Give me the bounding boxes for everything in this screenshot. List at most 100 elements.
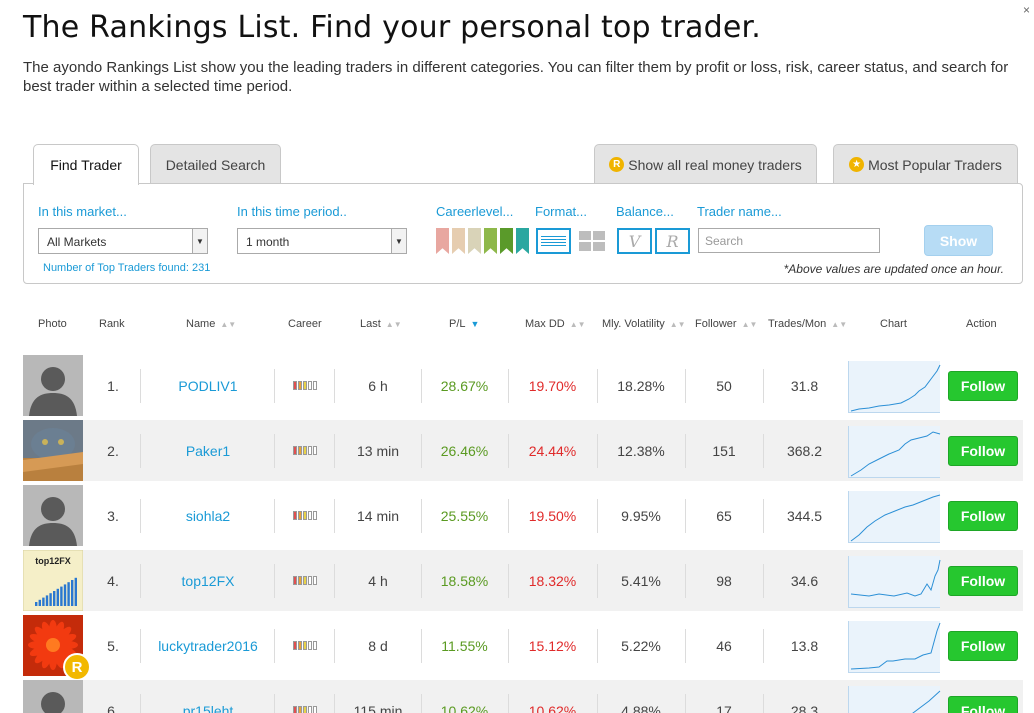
- last-trade-cell: 13 min: [356, 442, 400, 459]
- pl-cell: 18.58%: [440, 572, 489, 589]
- career-level-flag-2[interactable]: [452, 228, 465, 254]
- performance-chart[interactable]: [848, 621, 941, 673]
- trader-name-link[interactable]: siohla2: [186, 508, 230, 524]
- tab-detailed-search-label: Detailed Search: [165, 156, 266, 173]
- trader-name-link[interactable]: PODLIV1: [178, 378, 237, 394]
- trader-name-link[interactable]: top12FX: [182, 573, 235, 589]
- volatility-cell: 9.95%: [621, 507, 661, 524]
- col-pl[interactable]: P/L ▼: [449, 318, 479, 330]
- period-select[interactable]: 1 month ▼: [237, 228, 407, 254]
- pl-cell: 11.55%: [441, 637, 488, 654]
- sort-desc-icon: ▼: [470, 319, 480, 329]
- table-row[interactable]: 2. Paker1 13 min 26.46% 24.44% 12.38% 151 368.2…: [23, 420, 1023, 481]
- max-dd-cell: 24.44%: [528, 442, 577, 459]
- col-career: Career: [288, 318, 322, 330]
- rank-cell: 6.: [107, 702, 119, 713]
- follower-cell: 46: [716, 637, 732, 654]
- table-row[interactable]: R 5. luckytrader2016 8 d 11.55% 15.12% 5.22% 46…: [23, 615, 1023, 681]
- avatar[interactable]: top12FX: [23, 550, 83, 611]
- tab-detailed-search[interactable]: Detailed Search: [150, 144, 281, 184]
- format-label: Format...: [535, 204, 588, 219]
- trades-cell: 31.8: [790, 377, 819, 394]
- max-dd-cell: 15.12%: [528, 637, 577, 654]
- tab-real-money-label: Show all real money traders: [628, 156, 802, 173]
- career-level-flag-1[interactable]: [436, 228, 449, 254]
- tab-find-trader[interactable]: Find Trader: [33, 144, 139, 185]
- sort-icon: ▲▼: [220, 320, 237, 329]
- tab-most-popular[interactable]: ★ Most Popular Traders: [833, 144, 1018, 184]
- follow-button[interactable]: Follow: [948, 566, 1018, 596]
- trader-name-link[interactable]: Paker1: [186, 443, 230, 459]
- tab-find-trader-label: Find Trader: [50, 157, 122, 173]
- col-follower[interactable]: Follower ▲▼: [695, 318, 757, 330]
- avatar[interactable]: [23, 355, 83, 416]
- trader-name-link[interactable]: luckytrader2016: [158, 638, 258, 654]
- real-money-icon: R: [609, 157, 625, 172]
- last-trade-cell: 8 d: [368, 637, 388, 654]
- show-button[interactable]: Show: [924, 225, 993, 256]
- follow-button[interactable]: Follow: [948, 371, 1018, 401]
- list-format-button[interactable]: [536, 228, 571, 254]
- table-row[interactable]: 6. pr15leht 115 min 10.62% 10.62% 4.88% 17 28.3…: [23, 680, 1023, 713]
- trader-name-link[interactable]: pr15leht: [183, 703, 234, 713]
- table-row[interactable]: 1. PODLIV1 6 h 28.67% 19.70% 18.28% 50 31.8 Foll…: [23, 355, 1023, 416]
- col-last[interactable]: Last ▲▼: [360, 318, 402, 330]
- col-maxdd-label: Max DD: [525, 318, 565, 330]
- performance-chart[interactable]: [848, 556, 941, 608]
- career-indicator: [293, 641, 317, 650]
- last-trade-cell: 115 min: [353, 702, 403, 713]
- col-name[interactable]: Name ▲▼: [186, 318, 236, 330]
- col-trades[interactable]: Trades/Mon ▲▼: [768, 318, 847, 330]
- balance-label: Balance...: [616, 204, 674, 219]
- table-row[interactable]: 3. siohla2 14 min 25.55% 19.50% 9.95% 65 344.5 F…: [23, 485, 1023, 546]
- volatility-cell: 5.41%: [621, 572, 661, 589]
- virtual-balance-button[interactable]: V: [617, 228, 652, 254]
- career-level-flag-5[interactable]: [500, 228, 513, 254]
- col-maxdd[interactable]: Max DD ▲▼: [525, 318, 586, 330]
- close-icon[interactable]: ×: [1023, 3, 1030, 17]
- follower-cell: 50: [716, 377, 732, 394]
- career-level-flag-6[interactable]: [516, 228, 529, 254]
- avatar[interactable]: [23, 420, 83, 481]
- performance-chart[interactable]: [848, 491, 941, 543]
- career-indicator: [293, 446, 317, 455]
- market-select[interactable]: All Markets ▼: [38, 228, 208, 254]
- volatility-cell: 18.28%: [617, 377, 665, 394]
- trades-cell: 13.8: [790, 637, 819, 654]
- page-description: The ayondo Rankings List show you the le…: [23, 59, 1009, 95]
- career-level-flag-3[interactable]: [468, 228, 481, 254]
- follow-button[interactable]: Follow: [948, 631, 1018, 661]
- col-name-label: Name: [186, 318, 216, 330]
- avatar[interactable]: [23, 485, 83, 546]
- col-volatility[interactable]: Mly. Volatility ▲▼: [602, 318, 686, 330]
- tab-real-money-traders[interactable]: R Show all real money traders: [594, 144, 817, 184]
- grid-format-button[interactable]: [579, 231, 605, 251]
- performance-chart[interactable]: [848, 686, 941, 713]
- career-indicator: [293, 706, 317, 713]
- real-money-badge: R: [63, 653, 91, 681]
- col-last-label: Last: [360, 318, 381, 330]
- follow-button[interactable]: Follow: [948, 436, 1018, 466]
- table-header: Photo Rank Name ▲▼ Career Last ▲▼ P/L ▼ Max…: [0, 318, 1034, 334]
- career-indicator: [293, 576, 317, 585]
- career-indicator: [293, 511, 317, 520]
- table-row[interactable]: top12FX 4. top12FX 4 h 18.58% 18.32% 5.41% 98 34…: [23, 550, 1023, 611]
- trades-cell: 368.2: [786, 442, 823, 459]
- trader-search-input[interactable]: [698, 228, 880, 253]
- performance-chart[interactable]: [848, 361, 941, 413]
- sort-icon: ▲▼: [669, 320, 686, 329]
- follow-button[interactable]: Follow: [948, 696, 1018, 713]
- col-action: Action: [966, 318, 997, 330]
- real-balance-button[interactable]: R: [655, 228, 690, 254]
- max-dd-cell: 19.50%: [528, 507, 577, 524]
- avatar[interactable]: [23, 680, 83, 713]
- tab-most-popular-label: Most Popular Traders: [868, 156, 1002, 173]
- sort-icon: ▲▼: [831, 320, 848, 329]
- follow-button[interactable]: Follow: [948, 501, 1018, 531]
- chevron-down-icon: ▼: [192, 229, 207, 253]
- performance-chart[interactable]: [848, 426, 941, 478]
- rank-cell: 2.: [107, 442, 119, 459]
- career-level-flag-4[interactable]: [484, 228, 497, 254]
- last-trade-cell: 14 min: [356, 507, 400, 524]
- chevron-down-icon: ▼: [391, 229, 406, 253]
